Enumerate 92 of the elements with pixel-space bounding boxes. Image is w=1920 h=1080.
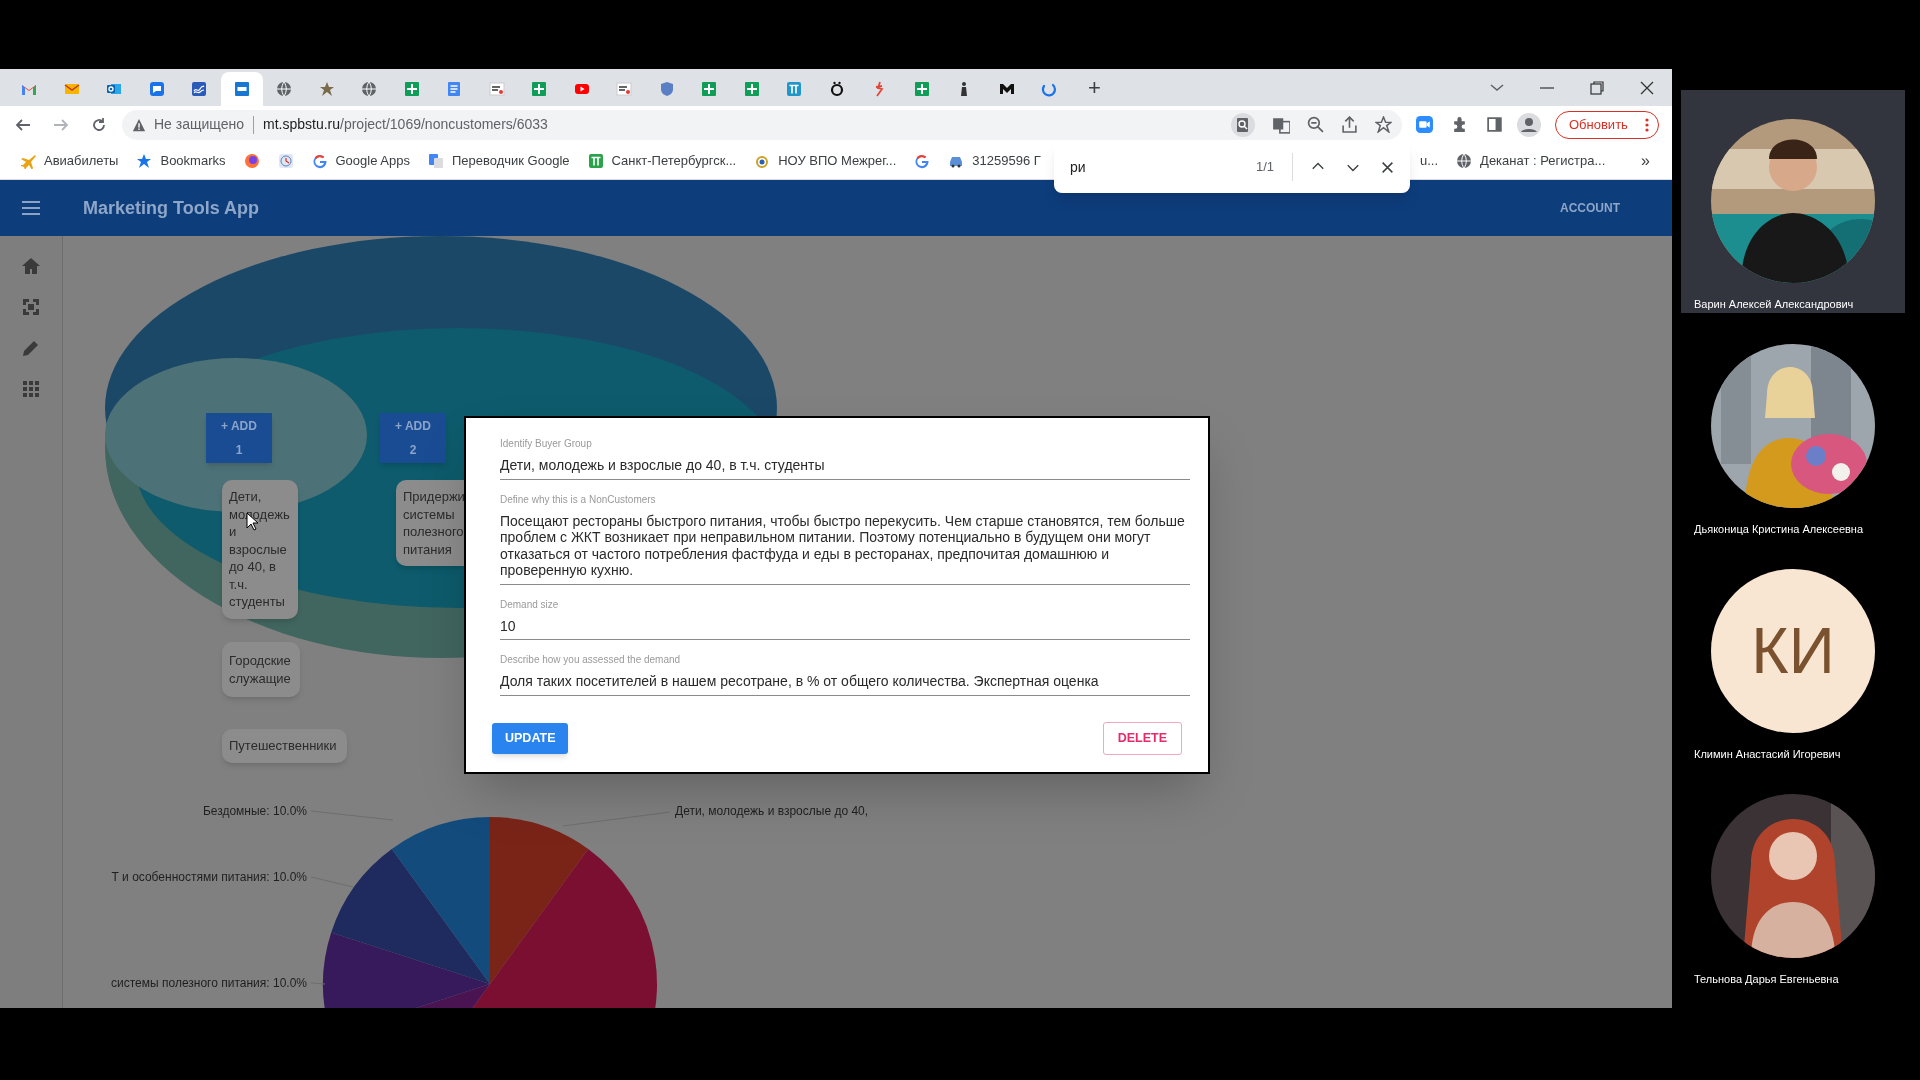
- translate-icon: [427, 153, 444, 169]
- spreadsheet-icon: [701, 81, 718, 97]
- bookmark[interactable]: Санкт-Петербургск...: [581, 147, 743, 175]
- globe-icon: [1456, 153, 1473, 169]
- bookmark[interactable]: НОУ ВПО Межрег...: [748, 147, 903, 175]
- pi-icon: [587, 153, 604, 169]
- address-bar[interactable]: Не защищено mt.spbstu.ru/project/1069/noncustomers/6033: [122, 109, 1402, 140]
- back-icon[interactable]: [14, 116, 32, 133]
- account-link[interactable]: ACCOUNT: [1560, 199, 1620, 217]
- bookmark[interactable]: Google Apps: [305, 147, 416, 175]
- envelope-icon: [63, 81, 80, 97]
- delete-button[interactable]: DELETE: [1102, 721, 1182, 755]
- update-button[interactable]: UPDATE: [492, 722, 569, 754]
- text-field[interactable]: Define why this is a NonCustomers Посещают рестораны быстрого питания, чтобы быстро перекусить. Чем старше становятся, тем больше проблем с ЖКТ возникает при неправильном питании. Поэтому потенциально в будущем они могут отказаться от частого потребления фастфуда и еды в ресторанах, предпочитая домашнюю и проверенную кухню.: [500, 491, 1190, 585]
- find-field[interactable]: ри: [1070, 156, 1240, 178]
- app-title: Marketing Tools App: [83, 196, 259, 220]
- participant-name: Климин Анастасий Игоревич: [1694, 747, 1841, 762]
- puzzle-icon[interactable]: [1451, 116, 1468, 133]
- participant-name: Варин Алексей Александрович: [1694, 297, 1854, 312]
- news-icon: [488, 81, 505, 97]
- star-icon[interactable]: [1375, 116, 1392, 133]
- logo-icon: [998, 81, 1015, 97]
- spreadsheet-icon: [913, 81, 930, 97]
- news-icon: [616, 81, 633, 97]
- group-card[interactable]: Путешественники: [222, 729, 347, 763]
- shield-icon: [658, 81, 675, 97]
- share-icon[interactable]: [1341, 116, 1358, 133]
- reload-icon[interactable]: [90, 116, 108, 133]
- avatar: КИ: [1711, 569, 1875, 733]
- chat-icon: [148, 81, 165, 97]
- play-icon: [573, 81, 590, 97]
- restore-icon[interactable]: [1589, 79, 1605, 96]
- menu-icon[interactable]: [22, 201, 40, 215]
- warning-icon: [132, 117, 146, 132]
- group-card[interactable]: Дети, молодежь и взрослые до 40, в т.ч. студенты: [222, 480, 298, 619]
- match-count: 1/1: [1255, 158, 1274, 177]
- close-icon[interactable]: [1381, 160, 1394, 174]
- pencil-icon[interactable]: [21, 338, 41, 358]
- airplane-icon: [20, 153, 36, 169]
- video-camera-icon[interactable]: [1416, 116, 1433, 133]
- bookmark[interactable]: Деканат : Регистра...: [1450, 147, 1612, 175]
- expand-icon[interactable]: [21, 297, 41, 317]
- participant-name: Дьяконица Кристина Алексеевна: [1694, 522, 1864, 537]
- group-card[interactable]: Придержи системы полезного питания: [396, 480, 464, 566]
- ring-icon: [828, 81, 845, 97]
- bookmark[interactable]: Bookmarks: [130, 147, 232, 175]
- chart-label: Дети, молодежь и взрослые до 40,: [675, 803, 869, 820]
- security-label: Не защищено: [154, 115, 244, 134]
- sidebar-icon[interactable]: [1486, 116, 1503, 133]
- envelope-icon: [106, 81, 123, 97]
- chart-label: Бездомные: 10.0%: [202, 803, 307, 820]
- bookmark[interactable]: 31259596 Г: [942, 147, 1047, 175]
- fox-icon: [243, 153, 260, 169]
- spreadsheet-icon: [743, 81, 760, 97]
- text-field[interactable]: Identify Buyer Group Дети, молодежь и взрослые до 40, в т.ч. студенты: [500, 436, 1190, 480]
- star-icon: [318, 81, 335, 97]
- spreadsheet-icon: [403, 81, 420, 97]
- zoom-out-icon[interactable]: [1307, 116, 1324, 133]
- star-icon: [136, 153, 153, 169]
- globe-icon: [276, 81, 293, 97]
- bookmark[interactable]: u...: [1414, 147, 1445, 175]
- close-icon[interactable]: [1639, 79, 1655, 96]
- grid-icon[interactable]: [21, 379, 41, 399]
- app-icon: [233, 81, 250, 97]
- chart-icon: [191, 81, 208, 97]
- spinner-icon: [1041, 81, 1058, 97]
- find-in-page-icon[interactable]: [1231, 112, 1255, 137]
- more-icon: [1645, 117, 1649, 132]
- google-icon: [914, 153, 931, 169]
- translate-icon[interactable]: [1272, 115, 1290, 134]
- text-field[interactable]: Describe how you assessed the demand Доля таких посетителей в нашем ресотране, в % от общего количества. Экспертная оценка: [500, 652, 1190, 696]
- participant-name: Тельнова Дарья Евгеньевна: [1694, 972, 1839, 987]
- group-card[interactable]: Городские служащие: [222, 642, 300, 697]
- url-path: /project/1069/noncustomers/6033: [340, 115, 548, 134]
- new-tab-button[interactable]: +: [1080, 73, 1109, 102]
- more-bookmarks[interactable]: »: [1641, 149, 1650, 173]
- pi-icon: [786, 81, 803, 97]
- url-host: mt.spbstu.ru: [263, 115, 341, 134]
- bookmark[interactable]: Переводчик Google: [421, 147, 576, 175]
- clock-icon: [277, 153, 294, 169]
- profile-icon[interactable]: [1517, 112, 1541, 137]
- ring-icon: [754, 153, 771, 169]
- text-field[interactable]: Demand size 10: [500, 596, 1190, 640]
- spreadsheet-icon: [531, 81, 548, 97]
- chart-label: системы полезного питания: 10.0%: [111, 975, 307, 992]
- bookmark[interactable]: Авиабилеты: [14, 147, 125, 175]
- globe-icon: [361, 81, 378, 97]
- google-icon: [311, 153, 328, 169]
- leader-line: [310, 876, 354, 888]
- home-icon[interactable]: [21, 256, 41, 276]
- document-icon: [446, 81, 463, 97]
- chart-label: Т и особенностями питания: 10.0%: [111, 869, 307, 886]
